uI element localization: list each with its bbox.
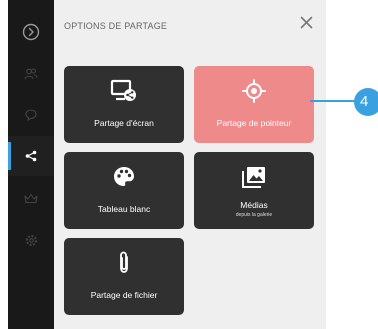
chevron-right-circle-icon bbox=[22, 23, 40, 41]
sidebar-item-settings[interactable] bbox=[8, 220, 54, 260]
tile-label: Médias bbox=[240, 200, 268, 210]
sidebar bbox=[8, 0, 54, 329]
paperclip-icon bbox=[116, 250, 132, 281]
palette-icon bbox=[112, 165, 136, 194]
tile-label: Partage de fichier bbox=[90, 290, 158, 300]
tile-label: Partage de pointeur bbox=[216, 118, 292, 128]
sidebar-item-chat[interactable] bbox=[8, 95, 54, 135]
sidebar-item-participants[interactable] bbox=[8, 54, 54, 94]
tile-label: Tableau blanc bbox=[97, 204, 151, 214]
share-options-panel: OPTIONS DE PARTAGE Partage d'écran Parta… bbox=[54, 0, 326, 329]
sidebar-item-share[interactable] bbox=[8, 136, 54, 176]
media-gallery-icon bbox=[241, 165, 267, 194]
media-button[interactable]: Médias depuis la galerie bbox=[194, 152, 314, 229]
panel-title: OPTIONS DE PARTAGE bbox=[64, 21, 168, 31]
tile-sublabel: depuis la galerie bbox=[235, 212, 273, 218]
settings-icon bbox=[25, 234, 38, 247]
callout-line bbox=[310, 100, 358, 102]
sidebar-item-host[interactable] bbox=[8, 178, 54, 218]
screen-share-button[interactable]: Partage d'écran bbox=[64, 66, 184, 143]
callout-badge: 4 bbox=[354, 88, 378, 116]
sidebar-item-expand[interactable] bbox=[8, 12, 54, 52]
screen-share-icon bbox=[110, 79, 138, 108]
chat-bubble-icon bbox=[25, 109, 37, 121]
close-button[interactable] bbox=[298, 16, 314, 34]
whiteboard-button[interactable]: Tableau blanc bbox=[64, 152, 184, 229]
tile-label: Partage d'écran bbox=[94, 118, 154, 128]
pointer-share-button[interactable]: Partage de pointeur bbox=[194, 66, 314, 143]
crosshair-icon bbox=[242, 78, 266, 108]
crown-icon bbox=[24, 193, 38, 204]
file-share-button[interactable]: Partage de fichier bbox=[64, 238, 184, 315]
users-icon bbox=[24, 68, 38, 80]
share-icon bbox=[25, 150, 37, 162]
close-icon bbox=[300, 16, 313, 34]
